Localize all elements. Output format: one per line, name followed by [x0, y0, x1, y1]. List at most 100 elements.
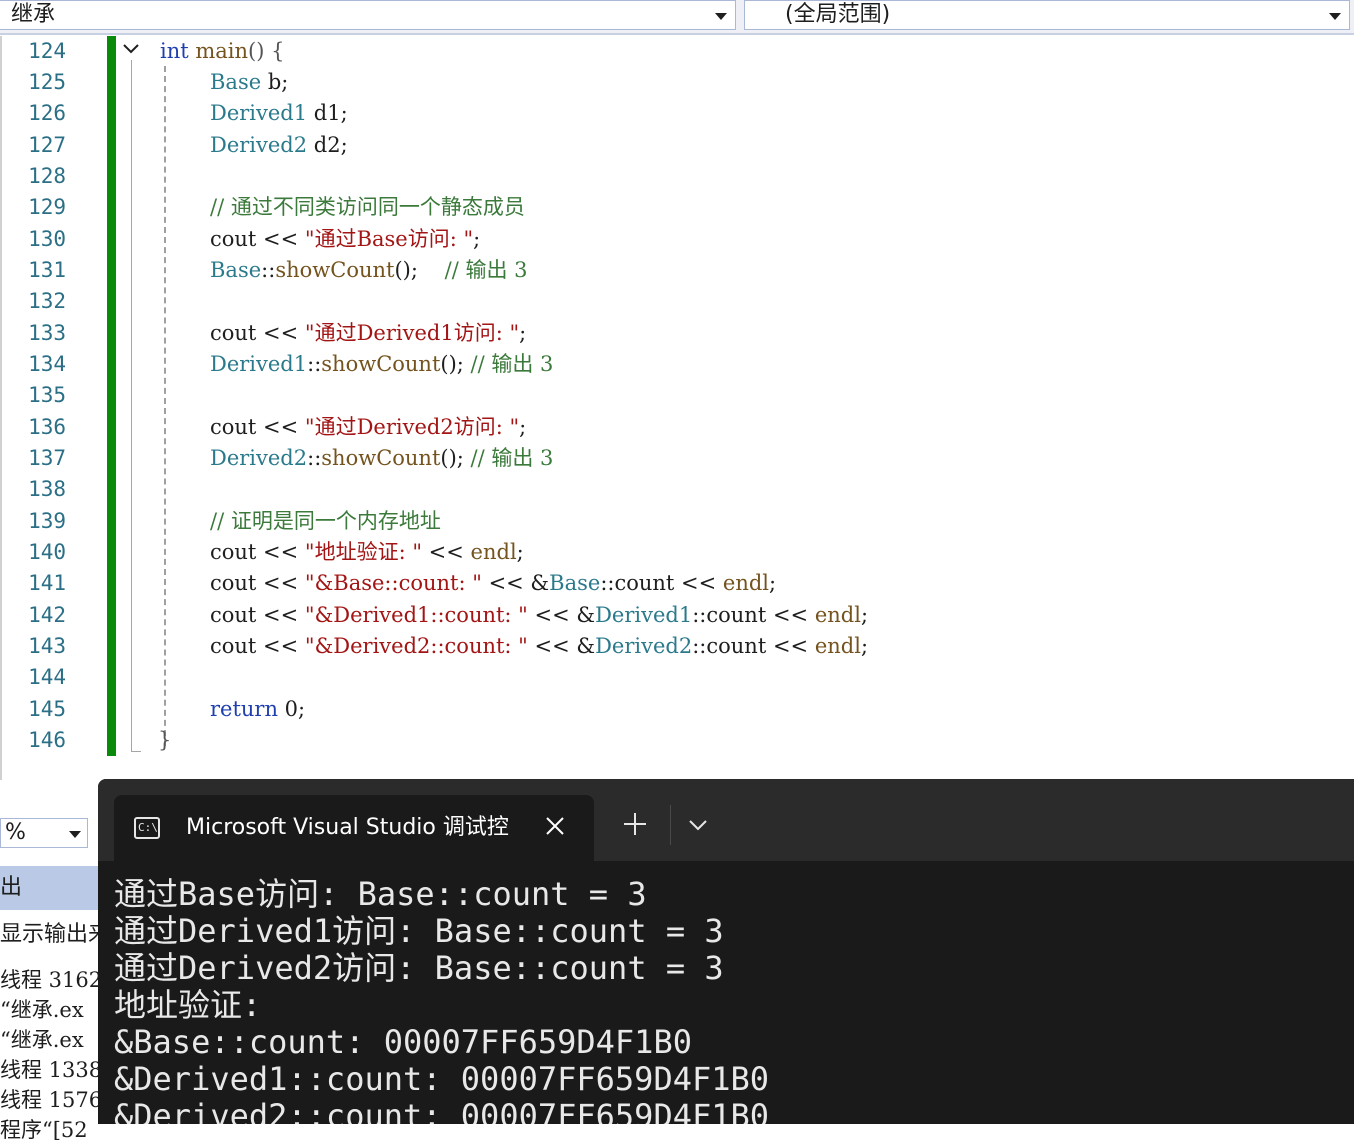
chevron-down-icon	[69, 831, 81, 838]
line-number: 131	[28, 258, 66, 282]
code-text: cout <<	[210, 321, 305, 345]
line-number: 143	[28, 634, 66, 658]
outline-end	[131, 751, 141, 752]
code-text: ();	[440, 446, 471, 470]
chevron-down-icon[interactable]	[686, 813, 710, 837]
type-name: Derived1	[595, 603, 693, 627]
code-line: }	[158, 725, 171, 756]
code-line: // 证明是同一个内存地址	[210, 506, 441, 537]
output-line: “继承.ex	[0, 998, 84, 1022]
comment: // 通过不同类访问同一个静态成员	[210, 195, 525, 219]
code-text: << &	[527, 634, 596, 658]
keyword: int	[160, 39, 189, 63]
code-text: ();	[440, 352, 471, 376]
code-line: Base::showCount(); // 输出 3	[210, 255, 528, 286]
function-name: showCount	[321, 352, 441, 376]
code-line: int main() {	[160, 36, 284, 67]
string-literal: "通过Derived1访问: "	[304, 321, 520, 345]
string-literal: "&Derived2::count: "	[304, 634, 528, 658]
type-name: Derived2	[595, 634, 693, 658]
code-text: << &	[481, 571, 550, 595]
type-name: Base	[210, 258, 262, 282]
code-text: ::	[307, 352, 322, 376]
terminal-tab[interactable]: C:\ Microsoft Visual Studio 调试控	[114, 795, 594, 861]
code-text: ::	[307, 446, 322, 470]
line-number: 124	[28, 39, 66, 63]
line-number: 125	[28, 70, 66, 94]
project-scope-value: 继承	[11, 2, 56, 27]
line-number: 140	[28, 540, 66, 564]
comment: // 输出 3	[470, 352, 554, 376]
function-name: endl	[722, 571, 770, 595]
line-number: 146	[28, 728, 66, 752]
keyword: return	[210, 697, 278, 721]
line-number: 127	[28, 133, 66, 157]
code-text: ;	[473, 227, 481, 251]
function-name: showCount	[275, 258, 395, 282]
code-text: cout <<	[210, 571, 305, 595]
code-line: return 0;	[210, 694, 305, 725]
indent-guide	[164, 66, 166, 746]
terminal-line: &Base::count: 00007FF659D4F1B0	[114, 1023, 692, 1061]
line-number: 138	[28, 477, 66, 501]
code-text: ;	[516, 540, 524, 564]
code-text: b;	[261, 70, 289, 94]
terminal-line: 通过Derived2访问: Base::count = 3	[114, 949, 724, 987]
string-literal: "地址验证: "	[304, 540, 422, 564]
code-text: cout <<	[210, 415, 305, 439]
terminal-line: &Derived1::count: 00007FF659D4F1B0	[114, 1060, 770, 1098]
punctuation: () {	[248, 39, 285, 63]
terminal-line: 地址验证:	[114, 986, 262, 1024]
code-text: ();	[394, 258, 445, 282]
line-number: 141	[28, 571, 66, 595]
console-icon: C:\	[134, 817, 160, 839]
output-line: 程序“[52	[0, 1118, 88, 1142]
code-line: Derived1 d1;	[210, 98, 348, 129]
code-text: ::count <<	[692, 603, 815, 627]
line-number: 135	[28, 383, 66, 407]
type-name: Derived1	[210, 101, 308, 125]
line-number: 128	[28, 164, 66, 188]
code-text: d1;	[307, 101, 348, 125]
zoom-value: %	[5, 820, 26, 845]
terminal-tab-bar: C:\ Microsoft Visual Studio 调试控	[98, 779, 1354, 861]
function-name: main	[188, 39, 249, 63]
change-tracking-bar	[107, 36, 116, 756]
code-line: // 通过不同类访问同一个静态成员	[210, 192, 525, 223]
code-text: ::count <<	[600, 571, 723, 595]
code-text: ::count <<	[692, 634, 815, 658]
code-line: cout << "地址验证: " << endl;	[210, 537, 524, 568]
debug-console-window[interactable]: C:\ Microsoft Visual Studio 调试控 通过Base访问…	[98, 779, 1354, 1124]
code-line: cout << "&Derived2::count: " << &Derived…	[210, 631, 868, 662]
string-literal: "通过Derived2访问: "	[304, 415, 520, 439]
code-text: <<	[422, 540, 471, 564]
type-name: Derived2	[210, 446, 308, 470]
output-line: 线程 3162	[0, 968, 100, 992]
plus-icon[interactable]	[620, 809, 650, 839]
close-icon[interactable]	[540, 811, 570, 841]
terminal-line: &Derived2::count: 00007FF659D4F1B0	[114, 1097, 770, 1125]
line-number: 139	[28, 509, 66, 533]
comment: // 证明是同一个内存地址	[210, 509, 441, 533]
chevron-down-icon	[715, 13, 727, 20]
global-scope-dropdown[interactable]: (全局范围)	[744, 0, 1350, 30]
code-text: cout <<	[210, 603, 305, 627]
type-name: Derived1	[210, 352, 308, 376]
code-text: ;	[519, 415, 527, 439]
line-number: 130	[28, 227, 66, 251]
project-scope-dropdown[interactable]: 继承	[0, 0, 736, 30]
collapse-chevron-icon[interactable]	[121, 39, 141, 59]
code-line: Base b;	[210, 67, 288, 98]
zoom-dropdown[interactable]: %	[0, 818, 88, 848]
line-number: 145	[28, 697, 66, 721]
line-number: 126	[28, 101, 66, 125]
line-number: 129	[28, 195, 66, 219]
code-line: cout << "通过Derived2访问: ";	[210, 412, 526, 443]
code-line: Derived2 d2;	[210, 130, 348, 161]
code-text: ;	[860, 603, 869, 627]
type-name: Base	[549, 571, 601, 595]
line-number: 142	[28, 603, 66, 627]
code-text: cout <<	[210, 634, 305, 658]
type-name: Base	[210, 70, 262, 94]
code-line: cout << "&Derived1::count: " << &Derived…	[210, 600, 868, 631]
